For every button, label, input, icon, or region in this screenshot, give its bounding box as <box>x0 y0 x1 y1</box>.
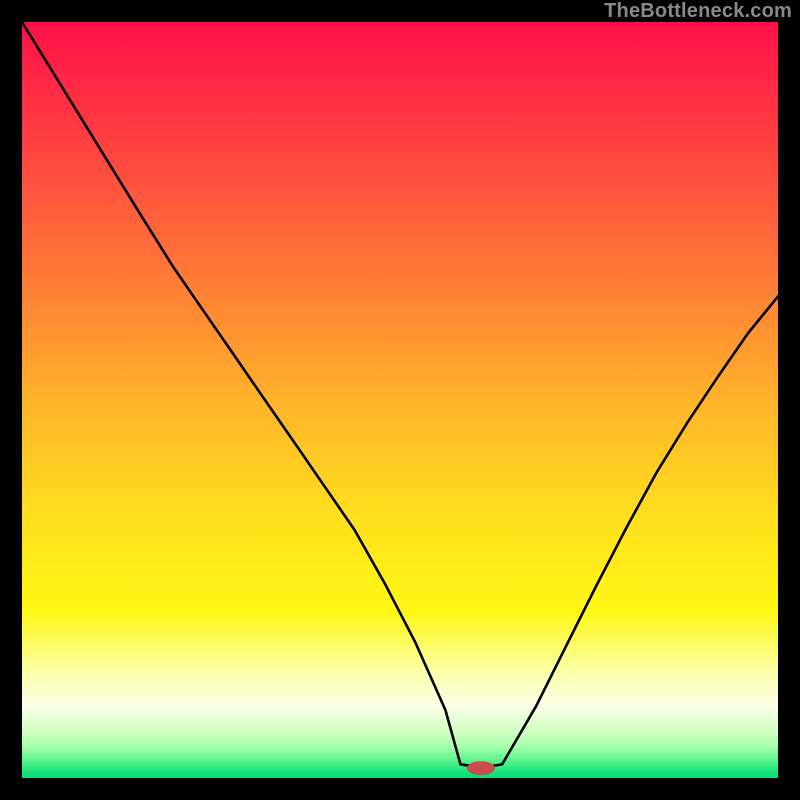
gradient-background <box>22 22 778 778</box>
chart-frame: TheBottleneck.com <box>0 0 800 800</box>
watermark-text: TheBottleneck.com <box>604 0 792 23</box>
chart-svg <box>22 22 778 778</box>
minimum-marker <box>467 761 495 775</box>
plot-area <box>22 22 778 778</box>
